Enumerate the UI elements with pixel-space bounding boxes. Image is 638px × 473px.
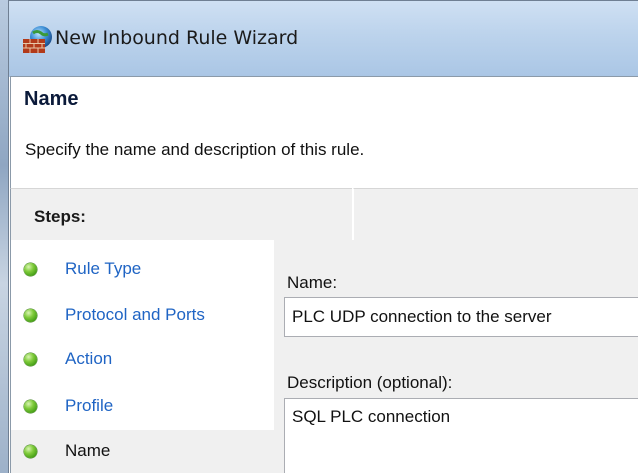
window-title: New Inbound Rule Wizard	[55, 27, 299, 49]
name-input[interactable]	[284, 297, 638, 337]
step-name[interactable]: Name	[24, 436, 110, 466]
step-complete-icon	[24, 352, 37, 366]
page-title: Name	[24, 88, 79, 110]
description-label: Description (optional):	[287, 373, 453, 392]
content-header	[353, 188, 638, 240]
steps-title: Steps:	[34, 207, 86, 226]
name-label: Name:	[287, 273, 338, 292]
step-complete-icon	[24, 399, 37, 413]
step-profile[interactable]: Profile	[24, 391, 113, 421]
step-action[interactable]: Action	[24, 344, 112, 374]
page-subtitle: Specify the name and description of this…	[25, 140, 365, 159]
step-label: Name	[65, 441, 111, 460]
description-textarea[interactable]: SQL PLC connection	[284, 398, 638, 473]
step-complete-icon	[24, 262, 37, 276]
step-label: Action	[65, 349, 113, 368]
step-complete-icon	[24, 308, 37, 322]
step-rule-type[interactable]: Rule Type	[24, 254, 141, 284]
desktop-background	[0, 0, 8, 473]
wizard-header	[10, 76, 638, 188]
step-current-icon	[24, 444, 37, 458]
firewall-globe-icon	[23, 26, 52, 53]
step-label: Rule Type	[65, 259, 142, 278]
step-label: Profile	[65, 396, 114, 415]
step-label: Protocol and Ports	[65, 305, 205, 324]
step-protocol-and-ports[interactable]: Protocol and Ports	[24, 300, 205, 330]
